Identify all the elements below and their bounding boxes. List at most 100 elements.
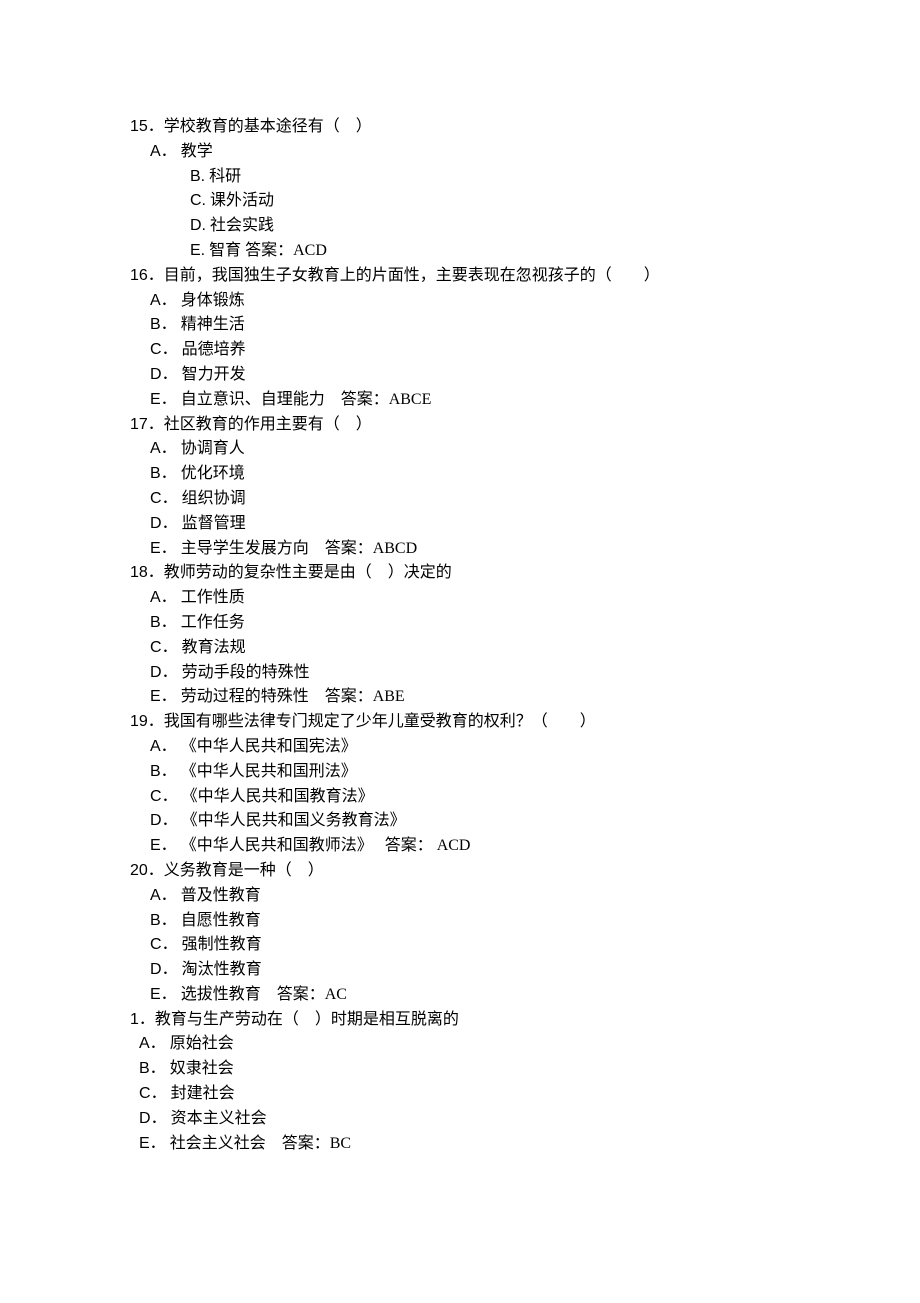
option-text: 组织协调	[178, 490, 246, 507]
option-sep: ．	[161, 465, 177, 482]
option-sep: ．	[151, 1110, 167, 1127]
option-text: 普及性教育	[177, 887, 261, 904]
option-sep: ．	[151, 1085, 167, 1102]
question: 18．教师劳动的复杂性主要是由（ ）决定的A． 工作性质B． 工作任务C． 教育…	[130, 561, 840, 710]
question: 17．社区教育的作用主要有（ ）A． 协调育人B． 优化环境C． 组织协调D． …	[130, 413, 840, 562]
option-sep: ．	[161, 316, 177, 333]
question-number: 20	[130, 862, 148, 879]
option-text: 工作任务	[177, 614, 245, 631]
option: C． 《中华人民共和国教育法》	[130, 785, 840, 810]
option-sep: ．	[162, 341, 178, 358]
option: B． 精神生活	[130, 313, 840, 338]
option: B． 自愿性教育	[130, 909, 840, 934]
option-text: 监督管理	[178, 515, 246, 532]
option-sep: ．	[150, 1060, 166, 1077]
option-text: 《中华人民共和国刑法》	[177, 763, 357, 780]
option-text: 主导学生发展方向 答案：ABCD	[177, 540, 417, 557]
option: A． 《中华人民共和国宪法》	[130, 735, 840, 760]
option-sep: ．	[162, 812, 178, 829]
option-sep: ．	[161, 391, 177, 408]
option-sep: ．	[161, 292, 177, 309]
question-stem: 16．目前，我国独生子女教育上的片面性，主要表现在忽视孩子的（ ）	[130, 264, 840, 289]
option: C． 封建社会	[130, 1082, 840, 1107]
option-text: 自愿性教育	[177, 912, 261, 929]
question-stem: 18．教师劳动的复杂性主要是由（ ）决定的	[130, 561, 840, 586]
option-letter: C	[139, 1085, 151, 1102]
option-letter: D	[150, 366, 162, 383]
option-letter: D	[150, 515, 162, 532]
option-sep: ．	[162, 936, 178, 953]
option-letter: D	[150, 961, 162, 978]
option-text: 教学	[177, 143, 213, 160]
option-letter: C.	[190, 192, 206, 209]
question: 1．教育与生产劳动在（ ）时期是相互脱离的A． 原始社会B． 奴隶社会C． 封建…	[130, 1008, 840, 1157]
option-text: 封建社会	[167, 1085, 235, 1102]
option-text: 淘汰性教育	[178, 961, 262, 978]
option: C． 组织协调	[130, 487, 840, 512]
option: A． 工作性质	[130, 586, 840, 611]
option: D． 《中华人民共和国义务教育法》	[130, 809, 840, 834]
option: E． 主导学生发展方向 答案：ABCD	[130, 537, 840, 562]
option-sep: ．	[161, 837, 177, 854]
option-text: 奴隶社会	[166, 1060, 234, 1077]
option: C． 教育法规	[130, 636, 840, 661]
option: A． 普及性教育	[130, 884, 840, 909]
option-text: 社会实践	[206, 217, 274, 234]
option: E. 智育 答案：ACD	[130, 239, 840, 264]
option-sep: ．	[161, 589, 177, 606]
option-sep: ．	[161, 440, 177, 457]
document-page: 15．学校教育的基本途径有（ ）A． 教学B. 科研C. 课外活动D. 社会实践…	[0, 0, 920, 1236]
question-stem-text: ．义务教育是一种（ ）	[148, 862, 324, 879]
option: B． 奴隶社会	[130, 1057, 840, 1082]
option-text: 智育 答案：ACD	[205, 242, 327, 259]
option-text: 精神生活	[177, 316, 245, 333]
question-number: 18	[130, 564, 148, 581]
question-stem: 15．学校教育的基本途径有（ ）	[130, 115, 840, 140]
option-letter: E	[150, 837, 161, 854]
option-letter: E	[150, 391, 161, 408]
question: 16．目前，我国独生子女教育上的片面性，主要表现在忽视孩子的（ ）A． 身体锻炼…	[130, 264, 840, 413]
option-text: 智力开发	[178, 366, 246, 383]
option-sep: ．	[161, 614, 177, 631]
option-letter: A	[150, 143, 161, 160]
option-letter: D	[139, 1110, 151, 1127]
option-letter: C	[150, 490, 162, 507]
question-stem-text: ．目前，我国独生子女教育上的片面性，主要表现在忽视孩子的（ ）	[148, 267, 660, 284]
option-letter: E	[139, 1135, 150, 1152]
option-letter: A	[139, 1035, 150, 1052]
option-letter: C	[150, 936, 162, 953]
option-sep: ．	[161, 912, 177, 929]
option-sep: ．	[162, 788, 178, 805]
question-stem: 17．社区教育的作用主要有（ ）	[130, 413, 840, 438]
option-text: 课外活动	[206, 192, 274, 209]
option-letter: B	[150, 614, 161, 631]
option: C． 品德培养	[130, 338, 840, 363]
option: B． 优化环境	[130, 462, 840, 487]
option: E． 自立意识、自理能力 答案：ABCE	[130, 388, 840, 413]
option-text: 选拔性教育 答案：AC	[177, 986, 347, 1003]
question-number: 19	[130, 713, 148, 730]
option: A． 身体锻炼	[130, 289, 840, 314]
option-text: 优化环境	[177, 465, 245, 482]
option-text: 资本主义社会	[167, 1110, 267, 1127]
option-letter: A	[150, 887, 161, 904]
option: E． 社会主义社会 答案：BC	[130, 1132, 840, 1157]
option-text: 《中华人民共和国教师法》 答案： ACD	[177, 837, 471, 854]
option-letter: B	[150, 316, 161, 333]
option-text: 《中华人民共和国宪法》	[177, 738, 357, 755]
option-sep: ．	[161, 540, 177, 557]
option-sep: ．	[162, 961, 178, 978]
option-letter: B.	[190, 168, 205, 185]
option-letter: D	[150, 812, 162, 829]
question-number: 17	[130, 416, 148, 433]
option-text: 社会主义社会 答案：BC	[166, 1135, 351, 1152]
option-sep: ．	[162, 664, 178, 681]
question-stem: 19．我国有哪些法律专门规定了少年儿童受教育的权利？（ ）	[130, 710, 840, 735]
option-sep: ．	[161, 986, 177, 1003]
option-text: 原始社会	[166, 1035, 234, 1052]
option-sep: ．	[150, 1135, 166, 1152]
question: 15．学校教育的基本途径有（ ）A． 教学B. 科研C. 课外活动D. 社会实践…	[130, 115, 840, 264]
option-text: 强制性教育	[178, 936, 262, 953]
option: C. 课外活动	[130, 189, 840, 214]
option-letter: C	[150, 341, 162, 358]
